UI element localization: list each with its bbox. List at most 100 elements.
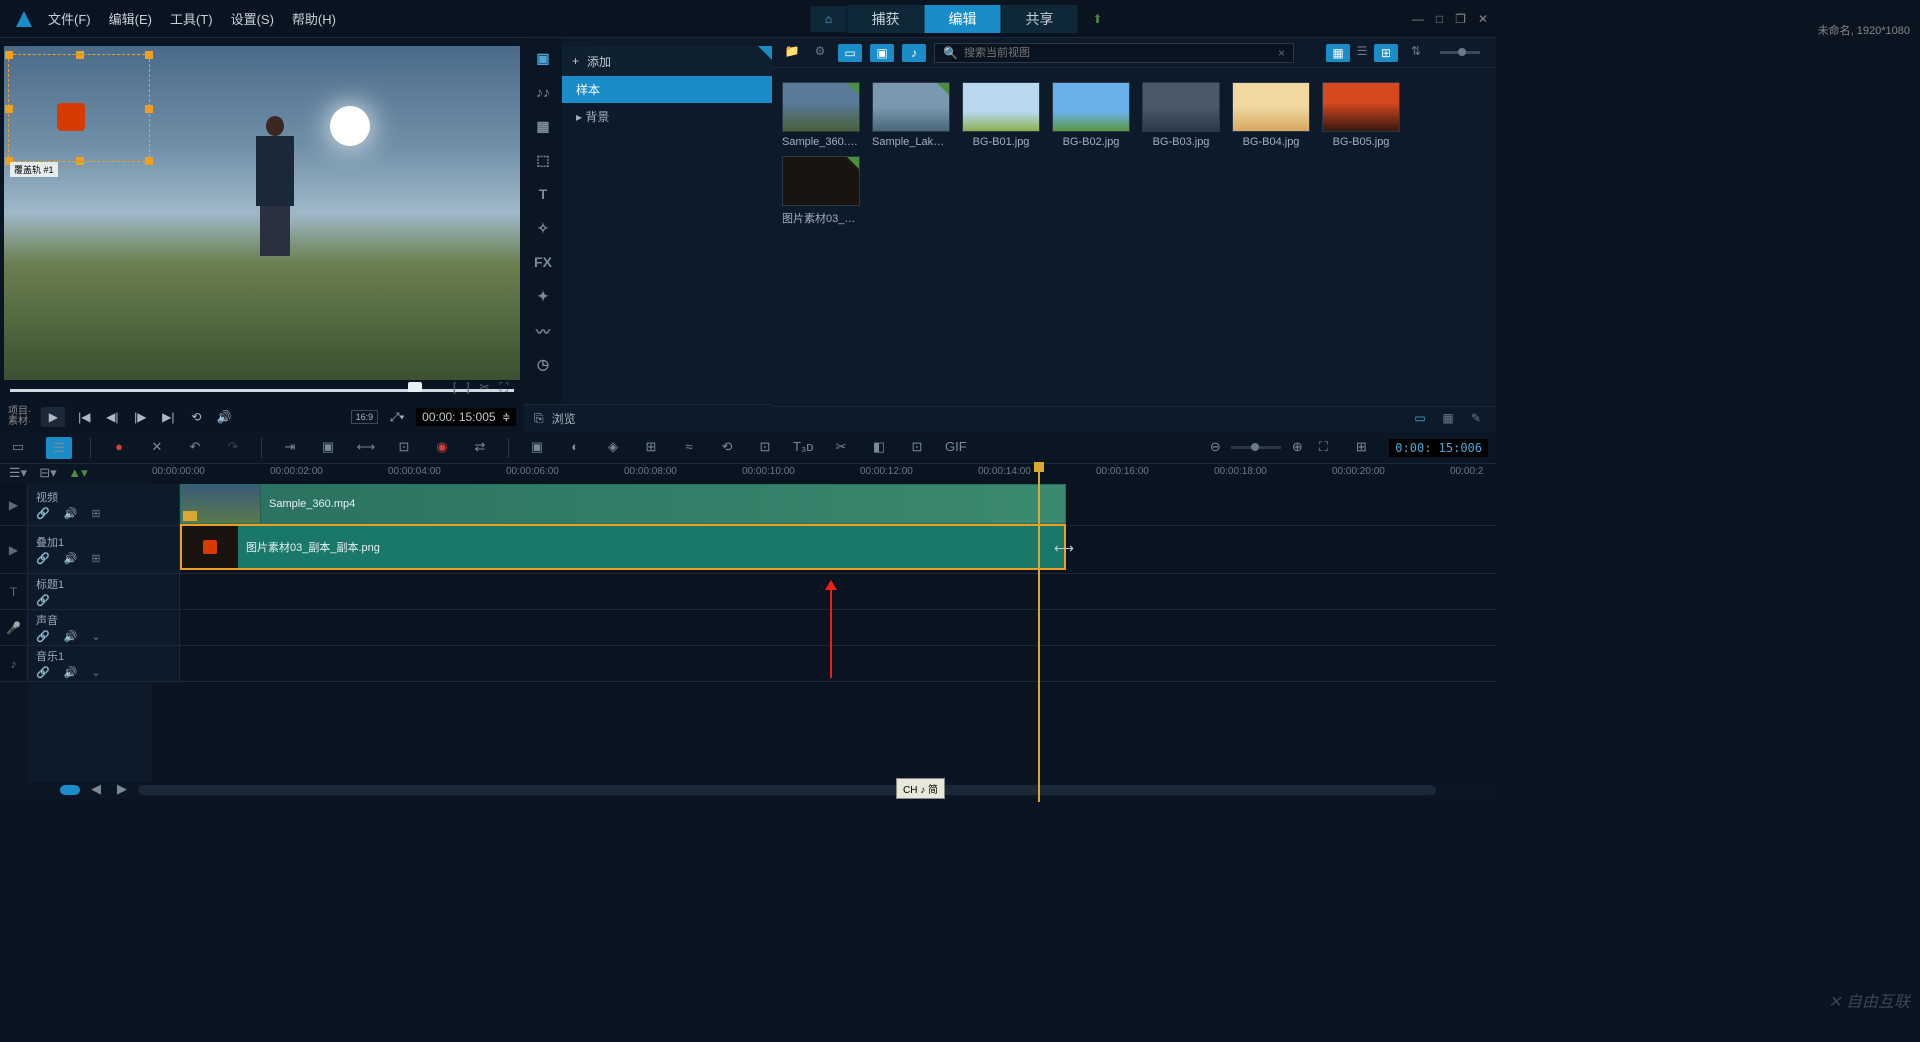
tl-gif-icon[interactable]: GIF: [945, 439, 965, 457]
close-icon[interactable]: ✕: [1478, 12, 1488, 26]
prev-frame-button[interactable]: ◀|: [103, 408, 121, 426]
library-item[interactable]: Sample_Lake....: [870, 82, 952, 148]
tl-3dtext-icon[interactable]: T₃ᴅ: [793, 439, 813, 457]
tracking-tool-icon[interactable]: ◷: [533, 356, 553, 372]
menu-help[interactable]: 帮助(H): [292, 9, 336, 28]
menu-tools[interactable]: 工具(T): [170, 9, 213, 28]
aspect-ratio[interactable]: 16:9: [351, 410, 379, 424]
track-add-icon[interactable]: ▲▾: [68, 465, 88, 483]
tl-slip-icon[interactable]: ⇄: [470, 439, 490, 457]
clear-search-icon[interactable]: ×: [1278, 46, 1285, 60]
search-input[interactable]: [964, 47, 1272, 59]
next-frame-button[interactable]: |▶: [131, 408, 149, 426]
lock-icon[interactable]: ⊞: [91, 552, 100, 565]
selection-box[interactable]: [8, 54, 150, 162]
capture-icon[interactable]: ⚙: [810, 44, 830, 62]
scroll-left-icon[interactable]: ◀: [86, 781, 106, 799]
mark-in-icon[interactable]: [: [453, 380, 456, 395]
link-icon[interactable]: 🔗: [36, 507, 50, 520]
track-header-video[interactable]: 视频 🔗🔊⊞: [28, 484, 180, 525]
tl-marker-icon[interactable]: ◉: [432, 439, 452, 457]
lock-icon[interactable]: ⊞: [91, 507, 100, 520]
tl-trim-icon[interactable]: ⇥: [280, 439, 300, 457]
menu-file[interactable]: 文件(F): [48, 9, 91, 28]
link-icon[interactable]: 🔗: [36, 594, 50, 607]
media-tool-icon[interactable]: ▣: [533, 50, 553, 66]
resize-handle[interactable]: [76, 157, 84, 165]
maximize-icon[interactable]: □: [1436, 12, 1443, 26]
fx-tool-icon[interactable]: FX: [533, 254, 553, 270]
lib-option2-icon[interactable]: ▦: [1438, 411, 1458, 429]
browse-bar[interactable]: ⎘浏览: [524, 404, 772, 432]
tab-home[interactable]: ⌂: [811, 6, 847, 32]
resize-dropdown[interactable]: ⤢▾: [388, 408, 406, 426]
split-icon[interactable]: ✂: [480, 380, 490, 395]
tl-multicam-icon[interactable]: ⊞: [641, 439, 661, 457]
loop-button[interactable]: ⟲: [187, 408, 205, 426]
audio-tool-icon[interactable]: ♪♪: [533, 84, 553, 100]
view-large-icon[interactable]: ▦: [1326, 44, 1350, 62]
tl-freeze-icon[interactable]: ⊡: [755, 439, 775, 457]
overlay-tool-icon[interactable]: ✧: [533, 220, 553, 236]
view-grid-icon[interactable]: ⊞: [1374, 44, 1398, 62]
tl-pan-icon[interactable]: ◧: [869, 439, 889, 457]
search-box[interactable]: 🔍 ×: [934, 43, 1294, 63]
link-icon[interactable]: 🔗: [36, 666, 50, 679]
tl-zoom-icon[interactable]: ⊡: [907, 439, 927, 457]
mark-out-icon[interactable]: ]: [466, 380, 469, 395]
track-header-music[interactable]: 音乐1 🔗🔊⌄: [28, 646, 180, 681]
tab-share[interactable]: 共享: [1001, 5, 1078, 33]
menu-edit[interactable]: 编辑(E): [109, 9, 152, 28]
resize-handle[interactable]: [5, 105, 13, 113]
tl-chroma-icon[interactable]: ◈: [603, 439, 623, 457]
mute-icon[interactable]: 🔊: [64, 507, 78, 520]
go-end-button[interactable]: ▶|: [159, 408, 177, 426]
playback-slider[interactable]: [10, 389, 514, 392]
sort-icon[interactable]: ⇅: [1406, 44, 1426, 62]
scroll-right-icon[interactable]: ▶: [112, 781, 132, 799]
track-type-video-icon[interactable]: ▶: [0, 484, 28, 525]
tl-speed-icon[interactable]: ≈: [679, 439, 699, 457]
expand-icon[interactable]: ⌄: [91, 630, 100, 643]
playback-thumb[interactable]: [408, 382, 422, 392]
filter-audio-icon[interactable]: ♪: [902, 44, 926, 62]
tl-reverse-icon[interactable]: ⟲: [717, 439, 737, 457]
tree-background[interactable]: ▸ 背景: [562, 103, 772, 130]
lib-edit-icon[interactable]: ✎: [1466, 411, 1486, 429]
track-header-overlay[interactable]: 叠加1 🔗🔊⊞: [28, 526, 180, 573]
tl-redo-icon[interactable]: ↷: [223, 439, 243, 457]
overlay-image[interactable]: [57, 103, 85, 131]
preview-viewport[interactable]: 覆盖轨 #1: [4, 46, 520, 380]
transition-tool-icon[interactable]: ▦: [533, 118, 553, 134]
mute-icon[interactable]: 🔊: [64, 552, 78, 565]
playhead[interactable]: [1038, 462, 1040, 802]
tab-capture[interactable]: 捕获: [847, 5, 924, 33]
expand-icon[interactable]: ⛶: [500, 380, 508, 395]
panel-grip[interactable]: ::::::::: [562, 38, 772, 46]
library-item[interactable]: BG-B05.jpg: [1320, 82, 1402, 148]
filter-image-icon[interactable]: ▣: [870, 44, 894, 62]
tl-mask-icon[interactable]: ◐: [565, 439, 585, 457]
expand-icon[interactable]: ⌄: [91, 666, 100, 679]
add-button[interactable]: +添加: [562, 46, 772, 76]
tl-storyboard-icon[interactable]: ▭: [8, 439, 28, 457]
minimize-icon[interactable]: —: [1412, 12, 1424, 26]
tree-sample[interactable]: 样本: [562, 76, 772, 103]
track-type-overlay-icon[interactable]: ▶: [0, 526, 28, 573]
motion-tool-icon[interactable]: 〰: [533, 322, 553, 338]
time-ruler[interactable]: 00:00:00:0000:00:02:0000:00:04:0000:00:0…: [152, 464, 1496, 484]
clip-drag-handle[interactable]: ⟷: [1054, 540, 1074, 557]
tl-split-icon[interactable]: ⟷: [356, 439, 376, 457]
timeline-timecode[interactable]: 0:00: 15:006: [1389, 439, 1488, 457]
preview-timecode[interactable]: 00:00: 15:005 ≑: [416, 408, 516, 426]
tl-undo-icon[interactable]: ↶: [185, 439, 205, 457]
library-item[interactable]: BG-B01.jpg: [960, 82, 1042, 148]
tl-crop-icon[interactable]: ▣: [318, 439, 338, 457]
go-start-button[interactable]: |◀: [75, 408, 93, 426]
library-item[interactable]: 图片素材03_副...: [780, 156, 862, 226]
tl-snap-icon[interactable]: ⊞: [1351, 439, 1371, 457]
zoom-slider[interactable]: [1231, 446, 1281, 449]
resize-handle[interactable]: [145, 105, 153, 113]
link-icon[interactable]: 🔗: [36, 552, 50, 565]
zoom-out-icon[interactable]: ⊖: [1205, 439, 1225, 457]
